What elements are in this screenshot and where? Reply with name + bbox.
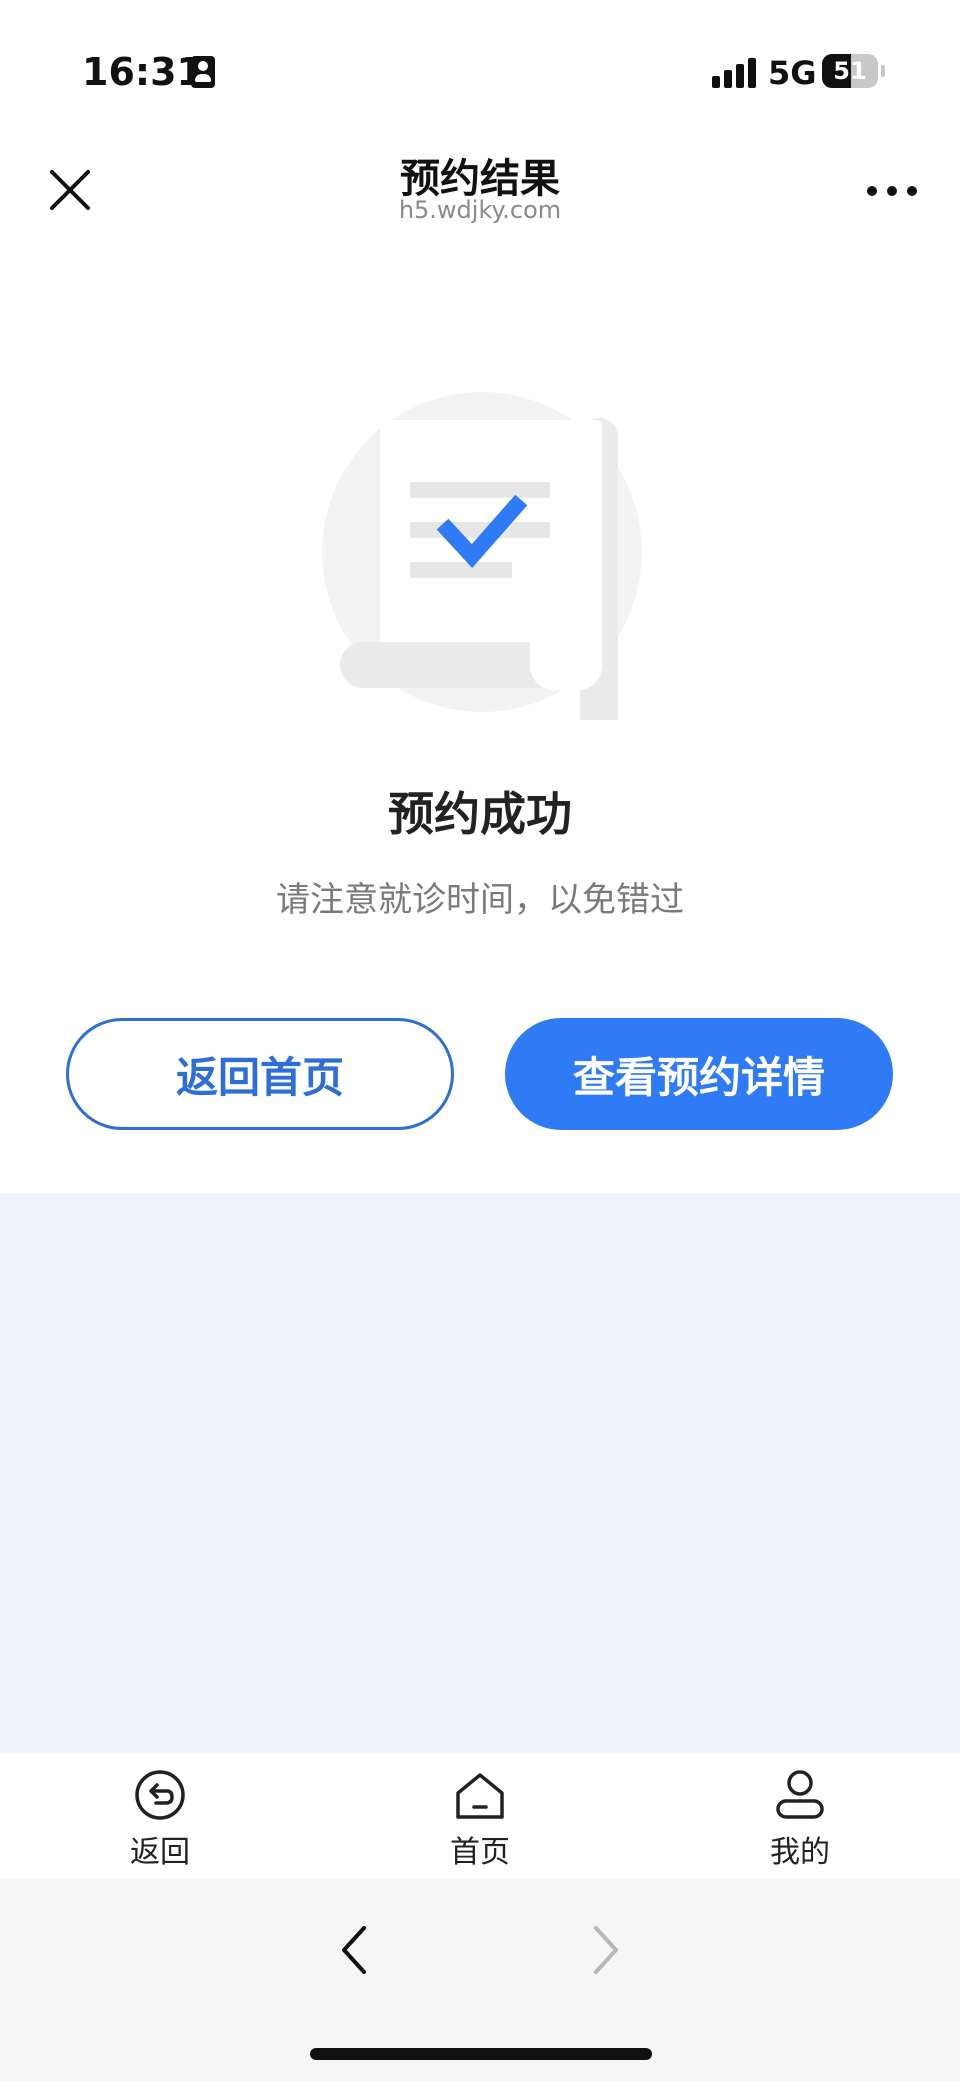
- status-time: 16:31: [82, 50, 203, 94]
- tab-mine-label: 我的: [770, 1835, 830, 1870]
- more-button[interactable]: [862, 176, 922, 206]
- success-illustration: [310, 380, 650, 838]
- signal-strength-icon: [712, 58, 758, 88]
- chevron-left-icon: [342, 1926, 366, 1974]
- status-bar: 16:31 5G 51: [0, 0, 960, 140]
- nav-bar: 预约结果 h5.wdjky.com: [0, 140, 960, 250]
- page-url: h5.wdjky.com: [398, 196, 562, 224]
- result-title: 预约成功: [388, 787, 572, 841]
- result-subtitle: 请注意就诊时间，以免错过: [276, 880, 684, 920]
- battery-level: 51: [833, 57, 867, 85]
- view-appointment-details-button[interactable]: 查看预约详情: [505, 1018, 893, 1130]
- battery-icon: 51: [822, 54, 878, 88]
- tab-bar: 返回 首页 我的: [0, 1753, 960, 1878]
- battery-tip: [881, 65, 885, 77]
- home-indicator[interactable]: [310, 2048, 652, 2060]
- browser-toolbar: [0, 1878, 960, 2081]
- document-check-icon: [322, 392, 642, 838]
- more-dots-icon: [867, 186, 917, 196]
- back-home-button[interactable]: 返回首页: [66, 1018, 454, 1130]
- tab-home-label: 首页: [450, 1835, 510, 1870]
- browser-back-button[interactable]: [330, 1914, 380, 1984]
- content-area: [0, 1193, 960, 1753]
- browser-forward-button[interactable]: [580, 1914, 630, 1984]
- tab-back-label: 返回: [130, 1835, 190, 1870]
- person-badge-icon: [191, 56, 215, 88]
- back-circle-icon: [135, 1770, 185, 1820]
- home-icon: [456, 1773, 504, 1819]
- user-icon: [776, 1770, 824, 1819]
- tab-back[interactable]: 返回: [80, 1767, 240, 1870]
- network-type: 5G: [768, 54, 817, 92]
- chevron-right-icon: [594, 1926, 618, 1974]
- tab-mine[interactable]: 我的: [720, 1767, 880, 1870]
- tab-home[interactable]: 首页: [400, 1767, 560, 1870]
